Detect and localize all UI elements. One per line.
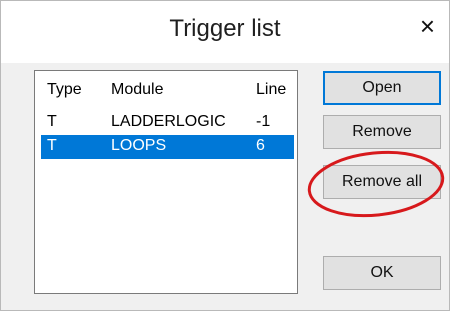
list-item-selected[interactable]: T LOOPS 6 xyxy=(41,135,294,159)
open-button[interactable]: Open xyxy=(323,71,441,105)
list-item[interactable]: T LADDERLOGIC -1 xyxy=(41,111,294,135)
ok-button[interactable]: OK xyxy=(323,256,441,290)
trigger-list-dialog: Trigger list × Type Module Line T LADDER… xyxy=(0,0,450,311)
cell-module: LOOPS xyxy=(111,137,167,154)
trigger-list[interactable]: Type Module Line T LADDERLOGIC -1 T LOOP… xyxy=(34,70,298,294)
close-icon[interactable]: × xyxy=(420,11,435,41)
remove-button[interactable]: Remove xyxy=(323,115,441,149)
annotation-ellipse xyxy=(307,150,445,218)
cell-module: LADDERLOGIC xyxy=(111,113,226,130)
column-header-type[interactable]: Type xyxy=(47,81,82,99)
column-header-line[interactable]: Line xyxy=(256,81,286,99)
cell-line: -1 xyxy=(256,113,271,130)
cell-line: 6 xyxy=(256,137,265,154)
cell-type: T xyxy=(47,113,57,130)
title-bar: Trigger list × xyxy=(1,1,449,63)
cell-type: T xyxy=(47,137,57,154)
column-header-module[interactable]: Module xyxy=(111,81,163,99)
dialog-title: Trigger list xyxy=(169,15,281,42)
